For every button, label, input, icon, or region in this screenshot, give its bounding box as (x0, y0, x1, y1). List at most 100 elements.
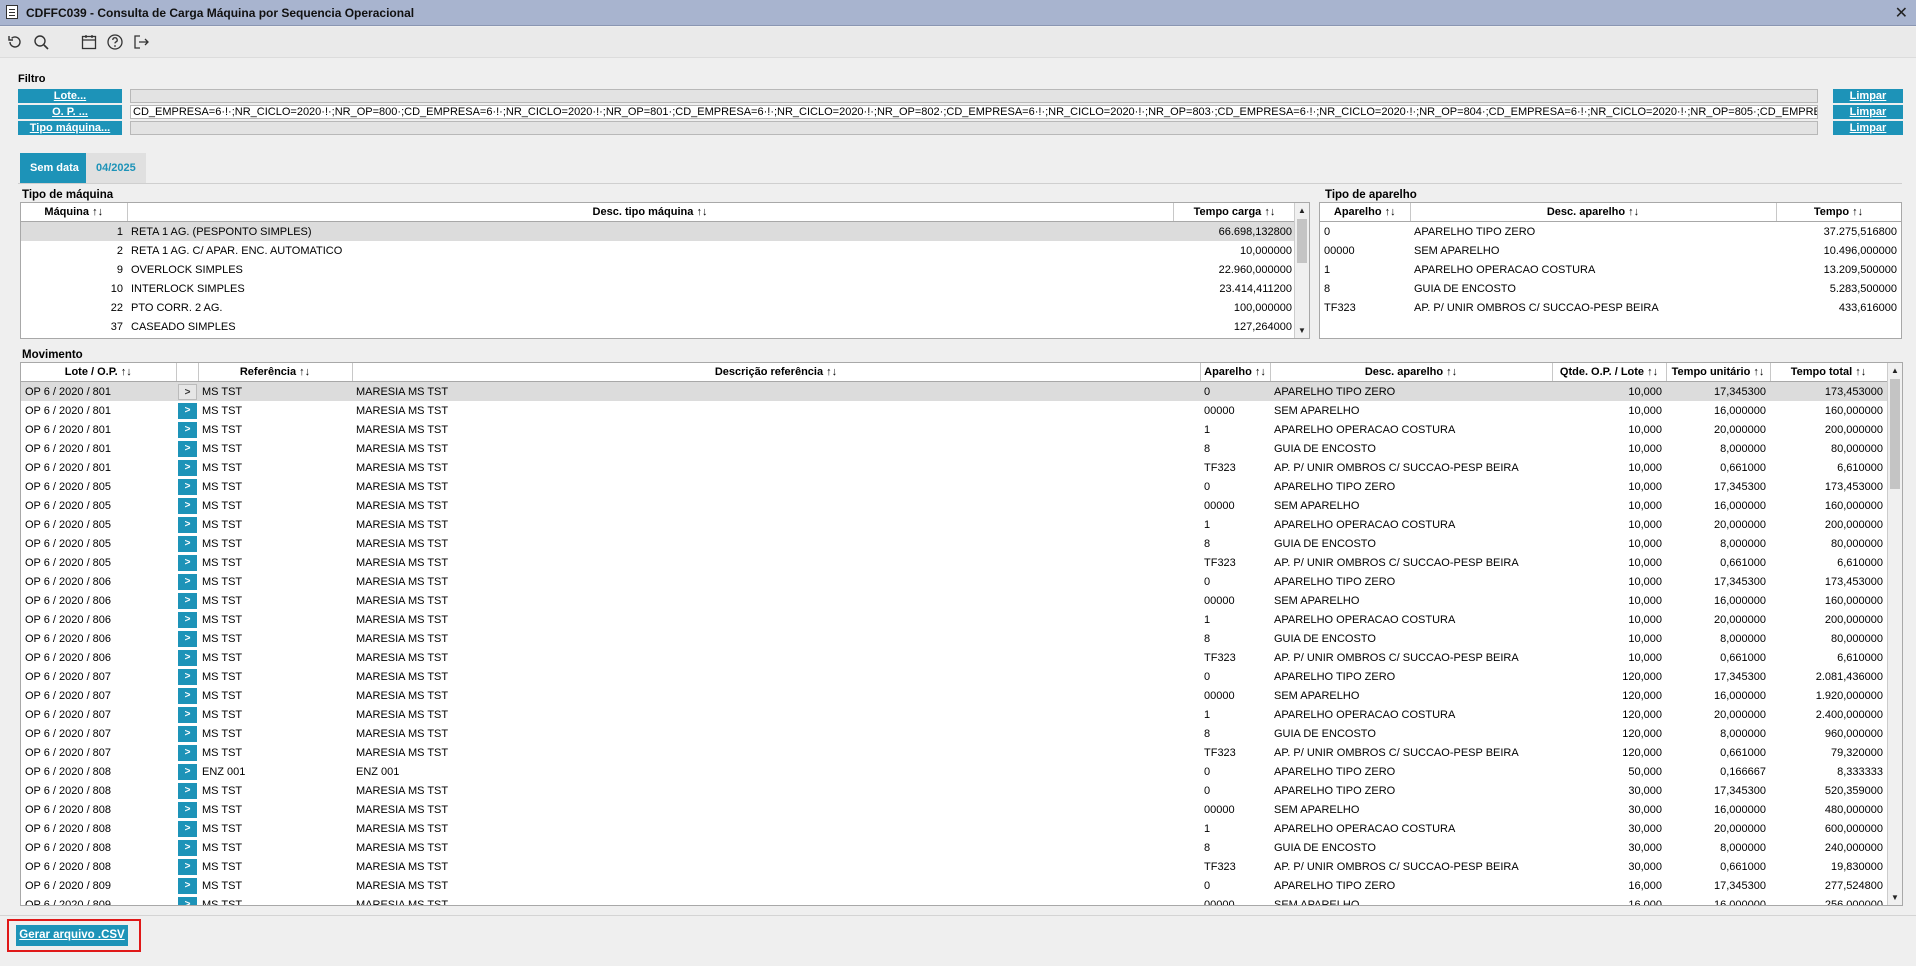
col-desc-aparelho[interactable]: Desc. aparelho ↑↓ (1270, 363, 1553, 382)
exit-icon[interactable] (132, 33, 150, 51)
row-detail-button[interactable]: > (178, 611, 197, 628)
op-button[interactable]: O. P. ... (18, 105, 122, 119)
table-row[interactable]: 22 PTO CORR. 2 AG. 100,000000 (21, 298, 1296, 317)
table-row[interactable]: OP 6 / 2020 / 801 > MS TST MARESIA MS TST 00… (21, 401, 1887, 420)
tab-04-2025[interactable]: 04/2025 (86, 153, 146, 183)
table-row[interactable]: OP 6 / 2020 / 808 > MS TST MARESIA MS TST 0 A… (21, 781, 1887, 800)
table-row[interactable]: OP 6 / 2020 / 806 > MS TST MARESIA MS TST 1 A… (21, 610, 1887, 629)
calendar-icon[interactable] (80, 33, 98, 51)
lote-field[interactable] (130, 89, 1818, 103)
scroll-thumb[interactable] (1890, 379, 1900, 489)
col-maquina[interactable]: Máquina ↑↓ (21, 203, 128, 222)
lote-button[interactable]: Lote... (18, 89, 122, 103)
close-icon[interactable]: ✕ (1895, 3, 1908, 23)
scroll-up-icon[interactable]: ▲ (1888, 363, 1902, 378)
tipo-maquina-scrollbar[interactable]: ▲ ▼ (1294, 203, 1309, 338)
refresh-icon[interactable] (6, 33, 24, 51)
col-qtde-op-lote[interactable]: Qtde. O.P. / Lote ↑↓ (1552, 363, 1667, 382)
row-detail-button[interactable]: > (178, 592, 197, 609)
table-row[interactable]: OP 6 / 2020 / 808 > MS TST MARESIA MS TST TF… (21, 857, 1887, 876)
col-desc-tipo-maquina[interactable]: Desc. tipo máquina ↑↓ (127, 203, 1174, 222)
col-tempo[interactable]: Tempo ↑↓ (1776, 203, 1901, 222)
col-tempo-total[interactable]: Tempo total ↑↓ (1770, 363, 1888, 382)
table-row[interactable]: OP 6 / 2020 / 801 > MS TST MARESIA MS TST 0 A… (21, 381, 1887, 401)
row-detail-button[interactable]: > (178, 497, 197, 514)
row-detail-button[interactable]: > (178, 801, 197, 818)
table-row[interactable]: OP 6 / 2020 / 808 > MS TST MARESIA MS TST 1 A… (21, 819, 1887, 838)
tipo-maquina-field[interactable] (130, 121, 1818, 135)
row-detail-button[interactable]: > (178, 535, 197, 552)
scroll-up-icon[interactable]: ▲ (1295, 203, 1309, 218)
col-descricao-referencia[interactable]: Descrição referência ↑↓ (352, 363, 1201, 382)
row-detail-button[interactable]: > (178, 421, 197, 438)
movimento-scrollbar[interactable]: ▲ ▼ (1887, 363, 1902, 905)
gerar-csv-button[interactable]: Gerar arquivo .CSV (16, 925, 128, 946)
tab-sem-data[interactable]: Sem data (20, 153, 89, 183)
table-row[interactable]: 1 APARELHO OPERACAO COSTURA 13.209,500000 (1320, 260, 1901, 279)
table-row[interactable]: OP 6 / 2020 / 805 > MS TST MARESIA MS TST 8 G… (21, 534, 1887, 553)
table-row[interactable]: 9 OVERLOCK SIMPLES 22.960,000000 (21, 260, 1296, 279)
table-row[interactable]: OP 6 / 2020 / 807 > MS TST MARESIA MS TST 0 A… (21, 667, 1887, 686)
table-row[interactable]: OP 6 / 2020 / 806 > MS TST MARESIA MS TST 00… (21, 591, 1887, 610)
table-row[interactable]: OP 6 / 2020 / 805 > MS TST MARESIA MS TST TF… (21, 553, 1887, 572)
table-row[interactable]: 37 CASEADO SIMPLES 127,264000 (21, 317, 1296, 336)
table-row[interactable]: OP 6 / 2020 / 807 > MS TST MARESIA MS TST 00… (21, 686, 1887, 705)
row-detail-button[interactable]: > (178, 706, 197, 723)
table-row[interactable]: 00000 SEM APARELHO 10.496,000000 (1320, 241, 1901, 260)
row-detail-button[interactable]: > (178, 649, 197, 666)
col-aparelho[interactable]: Aparelho ↑↓ (1320, 203, 1411, 222)
scroll-down-icon[interactable]: ▼ (1888, 890, 1902, 905)
table-row[interactable]: OP 6 / 2020 / 808 > MS TST MARESIA MS TST 8 G… (21, 838, 1887, 857)
col-lote-op[interactable]: Lote / O.P. ↑↓ (21, 363, 177, 382)
col-tempo-carga[interactable]: Tempo carga ↑↓ (1173, 203, 1297, 222)
row-detail-button[interactable]: > (178, 782, 197, 799)
table-row[interactable]: OP 6 / 2020 / 809 > MS TST MARESIA MS TST 0 A… (21, 876, 1887, 895)
table-row[interactable]: OP 6 / 2020 / 805 > MS TST MARESIA MS TST 00… (21, 496, 1887, 515)
row-detail-button[interactable]: > (178, 459, 197, 476)
row-detail-button[interactable]: > (178, 478, 197, 495)
row-detail-button[interactable]: > (178, 858, 197, 875)
row-detail-button[interactable]: > (178, 554, 197, 571)
limpar-lote-button[interactable]: Limpar (1833, 89, 1903, 103)
row-detail-button[interactable]: > (178, 725, 197, 742)
table-row[interactable]: 2 RETA 1 AG. C/ APAR. ENC. AUTOMATICO 10,0… (21, 241, 1296, 260)
row-detail-button[interactable]: > (178, 402, 197, 419)
tipo-maquina-button[interactable]: Tipo máquina... (18, 121, 122, 135)
table-row[interactable]: OP 6 / 2020 / 809 > MS TST MARESIA MS TST 00… (21, 895, 1887, 905)
scroll-thumb[interactable] (1297, 219, 1307, 263)
row-detail-button[interactable]: > (178, 820, 197, 837)
row-detail-button[interactable]: > (178, 516, 197, 533)
row-detail-button[interactable]: > (178, 744, 197, 761)
table-row[interactable]: OP 6 / 2020 / 806 > MS TST MARESIA MS TST TF… (21, 648, 1887, 667)
help-icon[interactable] (106, 33, 124, 51)
limpar-tipo-button[interactable]: Limpar (1833, 121, 1903, 135)
limpar-op-button[interactable]: Limpar (1833, 105, 1903, 119)
search-icon[interactable] (32, 33, 50, 51)
table-row[interactable]: TF323 AP. P/ UNIR OMBROS C/ SUCCAO-PESP B… (1320, 298, 1901, 317)
table-row[interactable]: OP 6 / 2020 / 806 > MS TST MARESIA MS TST 0 A… (21, 572, 1887, 591)
row-detail-button[interactable]: > (178, 573, 197, 590)
table-row[interactable]: 8 GUIA DE ENCOSTO 5.283,500000 (1320, 279, 1901, 298)
table-row[interactable]: OP 6 / 2020 / 805 > MS TST MARESIA MS TST 1 A… (21, 515, 1887, 534)
table-row[interactable]: 1 RETA 1 AG. (PESPONTO SIMPLES) 66.698,132… (21, 221, 1296, 241)
table-row[interactable]: OP 6 / 2020 / 806 > MS TST MARESIA MS TST 8 G… (21, 629, 1887, 648)
row-detail-button[interactable]: > (178, 383, 197, 400)
table-row[interactable]: OP 6 / 2020 / 808 > MS TST MARESIA MS TST 00… (21, 800, 1887, 819)
table-row[interactable]: OP 6 / 2020 / 807 > MS TST MARESIA MS TST 1 A… (21, 705, 1887, 724)
table-row[interactable]: OP 6 / 2020 / 801 > MS TST MARESIA MS TST TF… (21, 458, 1887, 477)
row-detail-button[interactable]: > (178, 877, 197, 894)
col-desc-aparelho[interactable]: Desc. aparelho ↑↓ (1410, 203, 1777, 222)
op-field[interactable]: CD_EMPRESA=6·!·;NR_CICLO=2020·!·;NR_OP=8… (130, 105, 1818, 119)
col-tempo-unitario[interactable]: Tempo unitário ↑↓ (1666, 363, 1771, 382)
col-referencia[interactable]: Referência ↑↓ (198, 363, 353, 382)
table-row[interactable]: 0 APARELHO TIPO ZERO 37.275,516800 (1320, 222, 1901, 242)
table-row[interactable]: OP 6 / 2020 / 805 > MS TST MARESIA MS TST 0 A… (21, 477, 1887, 496)
row-detail-button[interactable]: > (178, 630, 197, 647)
row-detail-button[interactable]: > (178, 687, 197, 704)
row-detail-button[interactable]: > (178, 440, 197, 457)
table-row[interactable]: OP 6 / 2020 / 807 > MS TST MARESIA MS TST TF… (21, 743, 1887, 762)
scroll-down-icon[interactable]: ▼ (1295, 323, 1309, 338)
table-row[interactable]: 10 INTERLOCK SIMPLES 23.414,411200 (21, 279, 1296, 298)
table-row[interactable]: OP 6 / 2020 / 808 > ENZ 001 ENZ 001 0 APARELH… (21, 762, 1887, 781)
table-row[interactable]: OP 6 / 2020 / 801 > MS TST MARESIA MS TST 8 G… (21, 439, 1887, 458)
